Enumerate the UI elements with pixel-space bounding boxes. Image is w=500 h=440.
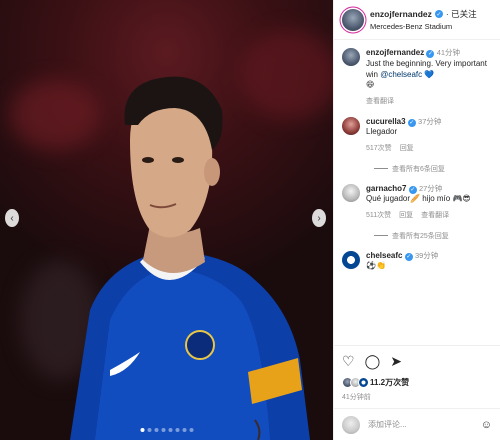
liker-avatars <box>342 377 369 388</box>
comment-item: chelseafc ✓ 39分钟 ⚽👏 <box>342 250 492 273</box>
post-location[interactable]: Mercedes-Benz Stadium <box>370 22 477 31</box>
translate-link[interactable]: 查看翻译 <box>366 97 394 106</box>
caption-avatar[interactable] <box>342 48 360 66</box>
author-meta: enzojfernandez ✓ · 已关注 Mercedes-Benz Sta… <box>370 8 477 31</box>
verified-badge-icon: ✓ <box>407 118 416 127</box>
caption-body: enzojfernandez ✓ 41分钟 Just the beginning… <box>366 48 492 107</box>
add-comment-bar: 添加评论... ☺ <box>334 408 500 440</box>
slide-dot <box>154 428 158 432</box>
follow-status[interactable]: · 已关注 <box>446 8 477 20</box>
caption-time: 41分钟 <box>436 48 461 57</box>
caption-mention[interactable]: @chelseafc <box>380 70 422 79</box>
commenter-avatar[interactable] <box>342 183 360 202</box>
slide-dot <box>168 428 172 432</box>
verified-badge-icon: ✓ <box>434 10 443 18</box>
likes-summary[interactable]: 11.2万次赞 <box>334 375 500 390</box>
player-photo <box>70 76 310 440</box>
previous-slide-button[interactable]: ‹ <box>5 209 19 227</box>
comment-text: Qué jugador🥖 hijo mío 🎮😎 <box>366 194 471 204</box>
view-replies-label: 查看所有25条回复 <box>392 232 449 240</box>
reply-button[interactable]: 回复 <box>399 211 413 220</box>
author-avatar[interactable] <box>342 8 364 31</box>
divider <box>374 168 388 170</box>
comment-like-count[interactable]: 511次赞 <box>366 211 391 220</box>
comment-sub: 511次赞 回复 查看翻译 <box>366 211 492 220</box>
comment-time: 37分钟 <box>418 116 442 126</box>
comment-body: chelseafc ✓ 39分钟 ⚽👏 <box>366 251 492 273</box>
divider <box>374 235 388 237</box>
translate-link[interactable]: 查看翻译 <box>421 211 449 220</box>
chevron-right-icon: › <box>317 212 321 224</box>
comment-text: ⚽👏 <box>366 261 386 271</box>
caption-sub: 查看翻译 <box>366 97 492 106</box>
commenter-username[interactable]: garnacho7 <box>366 184 406 193</box>
emoji-picker-icon[interactable]: ☺ <box>481 419 492 431</box>
slide-dot <box>182 428 186 432</box>
post-viewer: ‹ › enzojfernandez ✓ · 已关注 Mercedes-Benz… <box>0 0 500 440</box>
commenter-username[interactable]: cucurella3 <box>366 117 406 126</box>
slide-dot <box>147 428 151 432</box>
verified-badge-icon: ✓ <box>404 252 413 261</box>
caption-username[interactable]: enzojfernandez <box>366 48 424 57</box>
comment-item: cucurella3 ✓ 37分钟 Llegador 517次赞 回复 <box>342 116 492 154</box>
author-line: enzojfernandez ✓ · 已关注 <box>370 8 477 20</box>
heart-icon[interactable]: ♡ <box>342 354 355 368</box>
comment-like-count[interactable]: 517次赞 <box>366 144 392 153</box>
comment-time: 27分钟 <box>418 183 443 193</box>
post-header: enzojfernandez ✓ · 已关注 Mercedes-Benz Sta… <box>334 0 500 40</box>
author-username[interactable]: enzojfernandez <box>370 9 432 19</box>
slide-indicator <box>140 428 193 432</box>
slide-dot <box>175 428 179 432</box>
comment-list[interactable]: enzojfernandez ✓ 41分钟 Just the beginning… <box>334 40 500 345</box>
caption-emoji-line: 😄 <box>366 80 375 90</box>
view-replies-label: 查看所有6条回复 <box>392 165 445 173</box>
commenter-avatar[interactable] <box>342 116 360 135</box>
post-actions: ♡ ◯ ➤ <box>334 345 500 375</box>
commenter-username[interactable]: chelseafc <box>366 251 402 260</box>
comment-body: cucurella3 ✓ 37分钟 Llegador 517次赞 回复 <box>366 117 492 154</box>
post-side-panel: enzojfernandez ✓ · 已关注 Mercedes-Benz Sta… <box>333 0 500 440</box>
slide-dot <box>161 428 165 432</box>
next-slide-button[interactable]: › <box>312 209 326 227</box>
view-replies-link[interactable]: 查看所有25条回复 <box>374 231 492 241</box>
chevron-left-icon: ‹ <box>10 212 14 224</box>
view-replies-link[interactable]: 查看所有6条回复 <box>374 164 492 174</box>
slide-dot <box>140 428 144 432</box>
comment-sub: 517次赞 回复 <box>366 144 492 153</box>
comment-input[interactable]: 添加评论... <box>368 419 407 430</box>
comment-item: garnacho7 ✓ 27分钟 Qué jugador🥖 hijo mío 🎮… <box>342 183 492 221</box>
blue-heart-emoji: 💙 <box>424 69 435 79</box>
likes-count[interactable]: 11.2万次赞 <box>370 377 409 388</box>
commenter-avatar[interactable] <box>342 250 360 269</box>
post-time: 41分钟前 <box>342 394 371 401</box>
comment-text: Llegador <box>366 127 398 137</box>
comment-icon[interactable]: ◯ <box>365 354 381 368</box>
verified-badge-icon: ✓ <box>426 50 435 59</box>
comment-time: 39分钟 <box>414 250 439 260</box>
post-caption: enzojfernandez ✓ 41分钟 Just the beginning… <box>342 48 492 107</box>
post-media[interactable]: ‹ › <box>0 0 333 440</box>
current-user-avatar <box>342 415 360 434</box>
reply-button[interactable]: 回复 <box>400 144 414 153</box>
share-icon[interactable]: ➤ <box>390 354 402 368</box>
slide-dot <box>189 428 193 432</box>
verified-badge-icon: ✓ <box>408 185 417 194</box>
liker-avatar <box>358 377 369 388</box>
comment-body: garnacho7 ✓ 27分钟 Qué jugador🥖 hijo mío 🎮… <box>366 184 492 221</box>
